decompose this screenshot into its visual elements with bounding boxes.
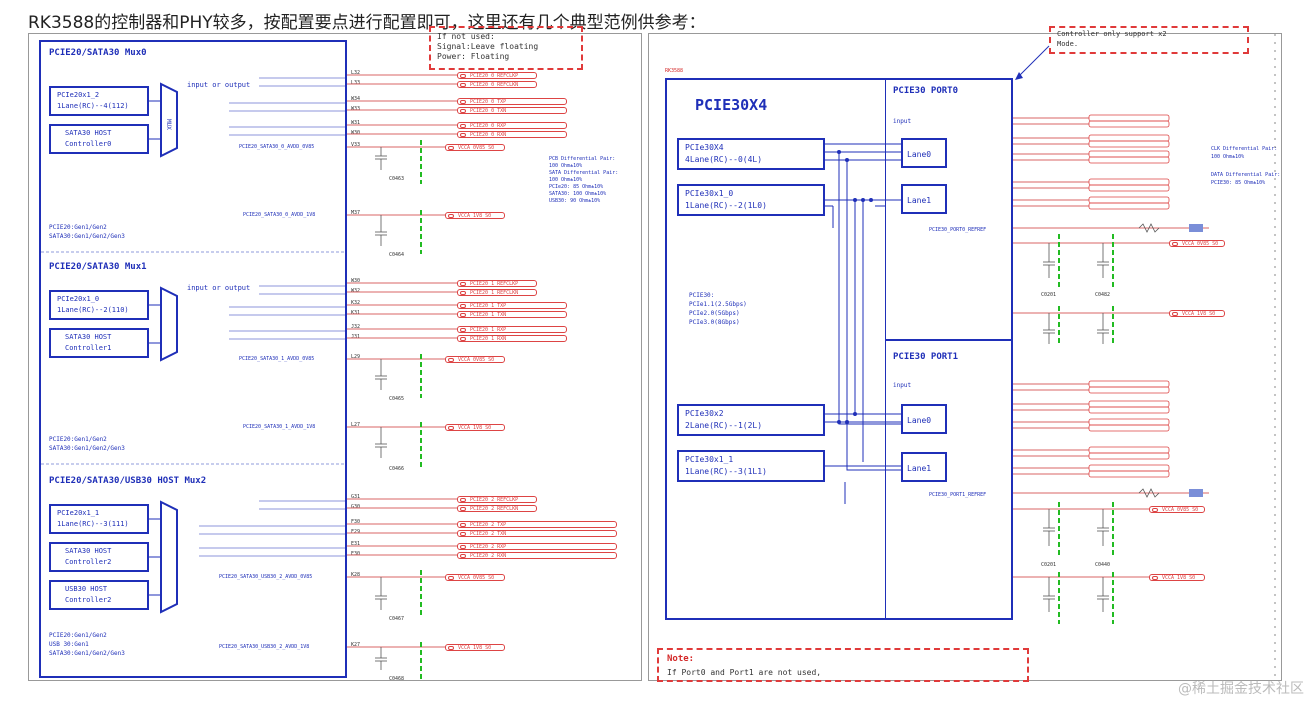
right-wiring (825, 34, 1276, 680)
left-schematic-panel: If not used: Signal:Leave floating Power… (28, 26, 642, 682)
watermark: @稀土掘金技术社区 (1178, 681, 1304, 697)
left-wiring: MUX (41, 74, 457, 680)
right-schematic-panel: Controller only support x2 Mode. PCIE30X… (648, 26, 1282, 682)
page-heading: RK3588的控制器和PHY较多，按配置要点进行配置即可，这里还有几个典型范例供… (28, 13, 706, 33)
svg-text:MUX: MUX (165, 119, 172, 130)
